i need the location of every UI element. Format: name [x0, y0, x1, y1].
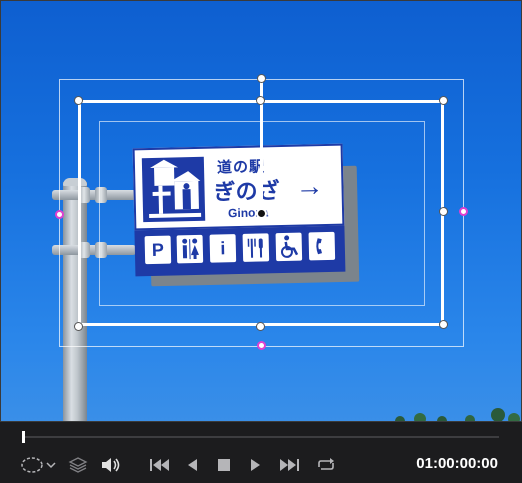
timeline-scrubber[interactable]: [22, 436, 499, 438]
transform-mode-icon[interactable]: [20, 456, 44, 474]
handle-top-right[interactable]: [439, 96, 448, 105]
handle-bottom-right[interactable]: [439, 320, 448, 329]
handle-top-left[interactable]: [74, 96, 83, 105]
stop-icon[interactable]: [216, 456, 232, 474]
layers-icon[interactable]: [68, 456, 88, 474]
crop-handle-left[interactable]: [55, 210, 64, 219]
handle-bottom-center[interactable]: [256, 322, 265, 331]
go-to-start-icon[interactable]: [148, 456, 172, 474]
video-viewer[interactable]: 道の駅 ぎのざ Ginoza → P i: [0, 0, 522, 422]
go-to-end-icon[interactable]: [277, 456, 301, 474]
crop-handle-bottom[interactable]: [257, 341, 266, 350]
step-back-icon[interactable]: [185, 456, 201, 474]
playhead[interactable]: [22, 431, 25, 443]
handle-bottom-left[interactable]: [74, 322, 83, 331]
root: 道の駅 ぎのざ Ginoza → P i 01:00:00:00: [0, 0, 522, 483]
anchor-point-handle[interactable]: [256, 208, 267, 219]
rotation-handle[interactable]: [257, 74, 266, 83]
timecode-display: 01:00:00:00: [416, 455, 498, 472]
play-icon[interactable]: [247, 456, 263, 474]
volume-icon[interactable]: [100, 456, 122, 474]
treetops: [395, 408, 520, 422]
crop-handle-right[interactable]: [459, 207, 468, 216]
transport-bar: 01:00:00:00: [0, 422, 522, 483]
chevron-down-icon[interactable]: [45, 456, 57, 474]
handle-middle-right[interactable]: [439, 207, 448, 216]
handle-top-center[interactable]: [256, 96, 265, 105]
loop-icon[interactable]: [314, 456, 338, 474]
